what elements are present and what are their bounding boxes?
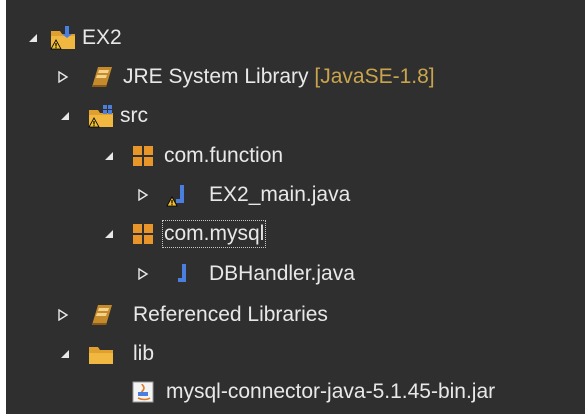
tree-item-label: JRE System Library [JavaSE-1.8] [123, 65, 435, 89]
tree-item-label: lib [133, 342, 155, 365]
tree-item-lib[interactable]: lib [6, 334, 585, 374]
expanded-arrow-icon[interactable] [58, 109, 72, 123]
package-icon [130, 143, 156, 169]
expanded-arrow-icon[interactable] [58, 347, 72, 361]
package-explorer-tree: EX2 JRE System Library [JavaSE-1.8] src … [6, 0, 585, 414]
tree-item-label: src [120, 104, 148, 127]
library-qualifier: [JavaSE-1.8] [314, 65, 435, 88]
tree-item-src[interactable]: src [6, 96, 585, 136]
expanded-arrow-icon[interactable] [102, 227, 116, 241]
library-name: JRE System Library [123, 65, 315, 88]
java-file-warning-icon [166, 182, 192, 208]
java-file-icon [168, 261, 194, 287]
tree-item-ex2-main-java[interactable]: EX2_main.java [6, 175, 585, 215]
tree-item-label: EX2_main.java [209, 183, 351, 206]
tree-item-dbhandler-java[interactable]: DBHandler.java [6, 254, 585, 294]
package-icon [130, 221, 156, 247]
tree-item-referenced-libraries[interactable]: Referenced Libraries [6, 295, 585, 335]
tree-item-label: DBHandler.java [209, 262, 355, 285]
java-project-warning-icon [50, 25, 76, 51]
expanded-arrow-icon[interactable] [26, 31, 40, 45]
jar-file-icon [130, 379, 156, 405]
collapsed-arrow-icon[interactable] [136, 267, 150, 281]
expanded-arrow-icon[interactable] [102, 149, 116, 163]
tree-item-label: EX2 [82, 26, 122, 49]
tree-item-label: com.mysql [161, 220, 267, 248]
tree-item-com-function[interactable]: com.function [6, 136, 585, 176]
library-icon [90, 302, 116, 328]
folder-icon [88, 341, 114, 367]
tree-item-label: Referenced Libraries [133, 303, 328, 326]
collapsed-arrow-icon[interactable] [56, 308, 70, 322]
collapsed-arrow-icon[interactable] [56, 70, 70, 84]
tree-item-com-mysql[interactable]: com.mysql [6, 214, 585, 254]
tree-item-ex2[interactable]: EX2 [6, 18, 585, 58]
collapsed-arrow-icon[interactable] [136, 188, 150, 202]
tree-item-label: mysql-connector-java-5.1.45-bin.jar [166, 380, 496, 403]
library-icon [90, 64, 116, 90]
tree-item-jre-system-library[interactable]: JRE System Library [JavaSE-1.8] [6, 57, 585, 97]
tree-item-label: com.function [164, 144, 284, 167]
tree-item-mysql-connector-jar[interactable]: mysql-connector-java-5.1.45-bin.jar [6, 372, 585, 412]
source-folder-warning-icon [88, 103, 114, 129]
